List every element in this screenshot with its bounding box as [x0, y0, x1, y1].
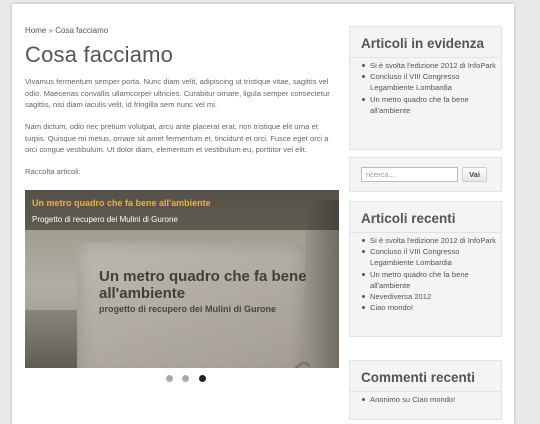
featured-slider[interactable]: Un metro quadro che fa bene all'ambiente… [25, 190, 339, 368]
swan-logo-icon [294, 361, 311, 368]
list-item[interactable]: Un metro quadro che fa bene all'ambiente [361, 94, 497, 116]
page-title: Cosa facciamo [25, 42, 174, 67]
search-input[interactable] [361, 167, 458, 182]
search-widget: Vai [349, 157, 502, 192]
slide-image-engraved-title: Un metro quadro che fa bene all'ambiente [99, 268, 307, 302]
intro-paragraph-1: Vivamus fermentum semper porta. Nunc dia… [25, 77, 330, 110]
breadcrumb-current: Cosa facciamo [55, 26, 109, 35]
list-item[interactable]: Nevediversa 2012 [361, 291, 497, 302]
featured-articles-list: Si è svolta l'edizione 2012 di InfoPark … [361, 60, 497, 116]
recent-articles-list: Si è svolta l'edizione 2012 di InfoPark … [361, 235, 497, 313]
list-item[interactable]: Concluso il VIII Congresso Legambiente L… [361, 246, 497, 268]
list-item[interactable]: Concluso il VIII Congresso Legambiente L… [361, 71, 497, 93]
slide-caption-title-link[interactable]: Un metro quadro che fa bene all'ambiente [32, 198, 211, 208]
widget-divider [350, 391, 501, 392]
widget-title: Articoli in evidenza [361, 36, 485, 51]
intro-paragraph-2: Nam dictum, odio nec pretium volutpat, a… [25, 122, 329, 155]
list-item[interactable]: Si è svolta l'edizione 2012 di InfoPark [361, 235, 497, 246]
list-item[interactable]: Si è svolta l'edizione 2012 di InfoPark [361, 60, 497, 71]
list-item[interactable]: Un metro quadro che fa bene all'ambiente [361, 269, 497, 291]
widget-divider [350, 57, 501, 58]
slide-image-engraved-subtitle: progetto di recupero dei Mulini di Guron… [99, 304, 277, 314]
recent-articles-widget: Articoli recenti Si è svolta l'edizione … [349, 201, 502, 337]
widget-title: Commenti recenti [361, 370, 476, 385]
slide-image-stone: Un metro quadro che fa bene all'ambiente… [77, 242, 311, 368]
widget-title: Articoli recenti [361, 211, 456, 226]
slider-pagination [166, 375, 211, 383]
slider-dot-2[interactable] [182, 375, 190, 382]
breadcrumb: Home » Cosa facciamo [25, 26, 108, 35]
search-button[interactable]: Vai [462, 167, 487, 182]
widget-divider [350, 232, 501, 233]
breadcrumb-separator: » [48, 26, 54, 35]
slide-caption-subtitle: Progetto di recupero dei Mulini di Guron… [32, 215, 178, 224]
breadcrumb-home-link[interactable]: Home [25, 26, 46, 35]
list-item[interactable]: Ciao mondo! [361, 302, 497, 313]
featured-articles-widget: Articoli in evidenza Si è svolta l'edizi… [349, 26, 502, 150]
slider-dot-1[interactable] [166, 375, 173, 382]
slider-dot-3-active[interactable] [198, 375, 206, 382]
articles-collection-label: Raccolta articoli: [25, 167, 81, 176]
slide-caption-overlay: Un metro quadro che fa bene all'ambiente… [25, 190, 339, 230]
recent-comments-widget: Commenti recenti Anonimo su Ciao mondo! [349, 360, 502, 420]
